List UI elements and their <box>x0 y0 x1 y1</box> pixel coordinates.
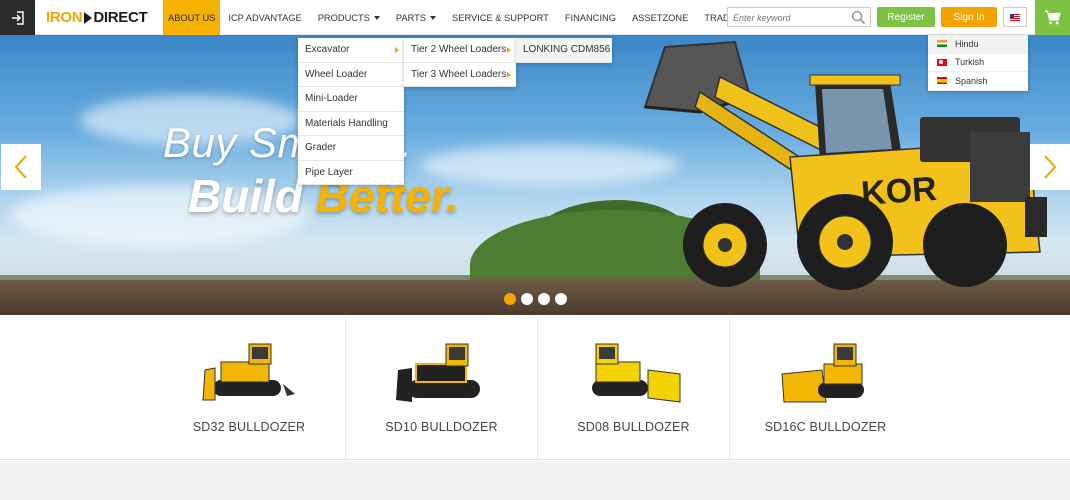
login-button[interactable] <box>0 0 35 35</box>
shopping-cart-icon <box>1045 10 1061 25</box>
menu-item-label: Materials Handling <box>305 117 388 129</box>
bulldozer-image <box>780 343 864 403</box>
menu-item-label: Mini-Loader <box>305 93 358 105</box>
menu-item-tier2-wheel-loaders[interactable]: Tier 2 Wheel Loaders <box>404 38 516 63</box>
product-name[interactable]: SD32 BULLDOZER <box>193 420 306 434</box>
language-label: Spanish <box>955 75 988 86</box>
turkey-flag-icon <box>937 58 947 66</box>
menu-item-materials-handling[interactable]: Materials Handling <box>298 112 404 136</box>
nav-label: ASSETZONE <box>631 12 689 23</box>
search-box <box>727 7 871 27</box>
product-name[interactable]: SD08 BULLDOZER <box>577 420 690 434</box>
nav-assetzone[interactable]: ASSETZONE <box>624 0 696 35</box>
menu-item-pipe-layer[interactable]: Pipe Layer <box>298 161 404 185</box>
spain-flag-icon <box>937 77 947 85</box>
products-dropdown: Excavator Wheel Loader Mini-Loader Mater… <box>298 38 404 185</box>
irondirect-logo[interactable]: IRON DIRECT <box>46 9 148 26</box>
nav-parts[interactable]: PARTS <box>388 0 444 35</box>
search-icon[interactable] <box>851 10 866 25</box>
product-name[interactable]: SD10 BULLDOZER <box>385 420 498 434</box>
nav-label: ICP ADVANTAGE <box>228 12 302 23</box>
menu-item-label: Excavator <box>305 44 350 56</box>
site-header: IRON DIRECT ABOUT US ICP ADVANTAGE PRODU… <box>0 0 1070 35</box>
nav-label: SERVICE & SUPPORT <box>452 12 549 23</box>
menu-item-label: Tier 2 Wheel Loaders <box>411 44 507 56</box>
wheel-loader-submenu: Tier 2 Wheel Loaders Tier 3 Wheel Loader… <box>404 38 516 87</box>
nav-label: FINANCING <box>564 12 616 23</box>
search-input[interactable] <box>728 9 846 27</box>
language-selector[interactable] <box>1003 7 1027 27</box>
nav-service-support[interactable]: SERVICE & SUPPORT <box>444 0 557 35</box>
slider-dot[interactable] <box>555 293 567 305</box>
menu-item-label: LONKING CDM856 <box>523 44 611 56</box>
menu-item-label: Grader <box>305 142 337 154</box>
nav-label: PARTS <box>395 12 427 23</box>
chevron-right-icon <box>1044 155 1057 179</box>
logo-arrow-icon <box>84 11 93 24</box>
logo-direct-text: DIRECT <box>93 9 148 26</box>
slider-next-button[interactable] <box>1030 144 1070 190</box>
language-option-turkish[interactable]: Turkish <box>928 54 1028 72</box>
nav-about-us[interactable]: ABOUT US <box>163 0 221 35</box>
nav-label: ABOUT US <box>168 12 216 23</box>
caret-right-icon <box>507 47 511 53</box>
menu-item-label: Wheel Loader <box>305 68 368 80</box>
nav-label: PRODUCTS <box>317 12 370 23</box>
tagline-build: Build <box>188 170 316 222</box>
nav-products[interactable]: PRODUCTS <box>310 0 388 35</box>
chevron-down-icon <box>430 15 437 20</box>
logo-iron-text: IRON <box>46 9 83 26</box>
product-card[interactable]: SD32 BULLDOZER <box>153 315 345 460</box>
product-grid: SD32 BULLDOZER SD10 BULLDOZER SD08 BULLD… <box>0 315 1070 460</box>
language-label: Hindu <box>955 38 979 49</box>
slider-dot[interactable] <box>504 293 516 305</box>
product-card[interactable]: SD08 BULLDOZER <box>537 315 729 460</box>
product-card[interactable]: SD16C BULLDOZER <box>729 315 921 460</box>
menu-item-label: Tier 3 Wheel Loaders <box>411 68 507 80</box>
language-label: Turkish <box>955 57 985 68</box>
menu-item-lonking-cdm856[interactable]: LONKING CDM856 <box>516 38 612 63</box>
main-nav: ABOUT US ICP ADVANTAGE PRODUCTS PARTS SE… <box>163 0 762 35</box>
language-option-spanish[interactable]: Spanish <box>928 72 1028 91</box>
slider-dot[interactable] <box>521 293 533 305</box>
us-flag-icon <box>1010 13 1020 21</box>
menu-item-grader[interactable]: Grader <box>298 136 404 161</box>
slider-prev-button[interactable] <box>1 144 41 190</box>
cart-button[interactable] <box>1035 0 1070 35</box>
tier2-submenu: LONKING CDM856 <box>516 38 612 63</box>
chevron-left-icon <box>14 155 27 179</box>
product-card[interactable]: SD10 BULLDOZER <box>345 315 537 460</box>
slider-dots <box>504 293 567 305</box>
menu-item-excavator[interactable]: Excavator <box>298 38 404 63</box>
sign-in-button[interactable]: Sign In <box>941 7 997 27</box>
bulldozer-image <box>395 343 480 402</box>
chevron-down-icon <box>373 15 380 20</box>
nav-icp-advantage[interactable]: ICP ADVANTAGE <box>220 0 309 35</box>
nav-financing[interactable]: FINANCING <box>557 0 624 35</box>
language-dropdown: Hindu Turkish Spanish <box>928 35 1028 91</box>
caret-right-icon <box>395 47 399 53</box>
caret-right-icon <box>507 71 511 78</box>
footer-band <box>0 461 1070 500</box>
bulldozer-image <box>591 343 680 403</box>
register-button[interactable]: Register <box>877 7 935 27</box>
hero-slider: KOR Buy Smarter. Build Better. <box>0 35 1070 315</box>
bulldozer-image <box>202 343 295 401</box>
login-icon <box>11 10 24 25</box>
menu-item-label: Pipe Layer <box>305 166 353 178</box>
language-option-hindu[interactable]: Hindu <box>928 35 1028 54</box>
india-flag-icon <box>937 40 947 48</box>
menu-item-mini-loader[interactable]: Mini-Loader <box>298 87 404 112</box>
slider-dot[interactable] <box>538 293 550 305</box>
product-name[interactable]: SD16C BULLDOZER <box>765 420 887 434</box>
menu-item-tier3-wheel-loaders[interactable]: Tier 3 Wheel Loaders <box>404 63 516 87</box>
menu-item-wheel-loader[interactable]: Wheel Loader <box>298 63 404 87</box>
